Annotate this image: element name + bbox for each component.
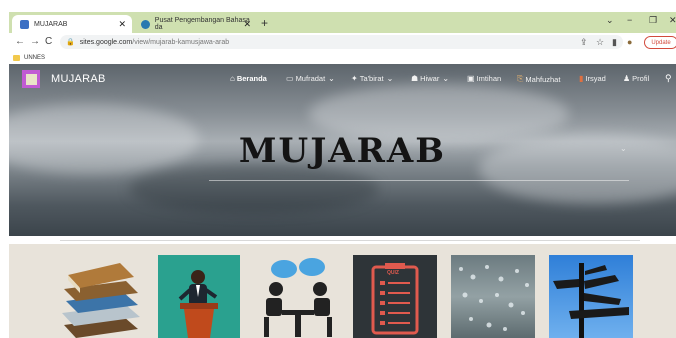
nav-mufradat[interactable]: ▭ Mufradat ⌄	[286, 74, 337, 83]
image-tiles-row: QUIZ	[9, 244, 676, 338]
nav-label: Profil	[632, 74, 650, 83]
section-divider	[60, 240, 640, 241]
site-logo[interactable]	[22, 70, 40, 88]
close-icon[interactable]: ✕	[118, 19, 126, 30]
side-panel-icon[interactable]: ▮	[612, 37, 617, 48]
nav-label: Beranda	[236, 74, 267, 83]
books-illustration-icon	[62, 263, 140, 338]
cloud-decoration	[129, 164, 379, 214]
quiz-label: QUIZ	[387, 270, 399, 276]
quiz-clipboard-icon	[371, 263, 419, 335]
nav-label: Ta'birat	[359, 74, 384, 83]
wordpress-favicon-icon	[141, 19, 150, 29]
logo-mark	[25, 73, 37, 85]
hero-banner: MUJARAB ⌂ Beranda ▭ Mufradat ⌄ ✦ Ta'birat ⌄ ☗…	[9, 64, 676, 236]
rain-drops-icon	[459, 265, 529, 331]
nav-label: Irsyad	[585, 74, 606, 83]
speaker-podium-icon	[178, 270, 218, 338]
tab-strip: MUJARAB ✕ Pusat Pengembangan Bahasa da ✕…	[9, 12, 676, 33]
nav-label: Mahfuzhat	[525, 74, 561, 84]
restore-icon[interactable]: ❐	[649, 15, 657, 26]
people-icon: ☗	[411, 74, 419, 83]
signpost-image[interactable]	[549, 255, 633, 338]
nav-profil[interactable]: ♟ Profil	[623, 74, 649, 83]
close-icon[interactable]: ✕	[243, 19, 251, 30]
chevron-down-icon: ⌄	[442, 74, 450, 83]
site-header: MUJARAB ⌂ Beranda ▭ Mufradat ⌄ ✦ Ta'birat ⌄ ☗…	[9, 64, 676, 96]
rain-drops-image[interactable]	[451, 255, 535, 338]
nav-label: Mufradat	[295, 74, 326, 83]
update-button[interactable]: Update	[644, 36, 676, 49]
conversation-icon	[264, 258, 332, 337]
close-window-icon[interactable]: ✕	[669, 15, 676, 26]
tab-search-icon[interactable]: ⌄	[606, 15, 614, 26]
speaker-image[interactable]	[158, 255, 240, 338]
address-bar[interactable]: 🔒 sites.google.com/view/mujarab-kamusjaw…	[60, 35, 623, 49]
share-icon[interactable]: ⇪	[580, 37, 588, 48]
nav-beranda[interactable]: ⌂ Beranda	[230, 74, 267, 83]
tab-title: MUJARAB	[34, 20, 68, 28]
conversation-image[interactable]	[256, 255, 340, 338]
search-icon[interactable]: ⚲	[665, 73, 672, 84]
guide-icon: ▮	[579, 74, 584, 83]
nav-imtihan[interactable]: ▣ Imtihan	[467, 74, 501, 83]
nav-tabirat[interactable]: ✦ Ta'birat ⌄	[351, 74, 395, 83]
address-row: ← → C 🔒 sites.google.com/view/mujarab-ka…	[9, 33, 676, 51]
hero-title: MUJARAB	[238, 131, 447, 171]
scroll-icon: ⎘	[517, 74, 524, 83]
tab-title: Pusat Pengembangan Bahasa da	[154, 17, 250, 31]
bookmark-unnes[interactable]: UNNES	[24, 55, 45, 61]
chevron-down-icon: ⌄	[386, 74, 394, 83]
new-tab-button[interactable]: +	[261, 16, 268, 30]
bookmark-star-icon[interactable]: ☆	[596, 37, 604, 48]
tab-pusat-bahasa[interactable]: Pusat Pengembangan Bahasa da ✕	[133, 15, 257, 33]
signpost-icon	[553, 263, 629, 338]
person-icon: ♟	[623, 74, 631, 83]
book-icon: ▭	[286, 74, 294, 83]
tab-mujarab[interactable]: MUJARAB ✕	[12, 15, 132, 33]
site-favicon-icon	[20, 19, 29, 29]
site-name[interactable]: MUJARAB	[51, 73, 106, 85]
chevron-down-icon: ⌄	[620, 144, 627, 153]
books-image[interactable]	[54, 255, 144, 338]
browser-chrome: MUJARAB ✕ Pusat Pengembangan Bahasa da ✕…	[9, 12, 676, 64]
url-host: sites.google.com	[79, 38, 133, 46]
forward-icon[interactable]: →	[30, 36, 40, 47]
test-icon: ▣	[467, 74, 475, 83]
folder-icon	[13, 54, 20, 61]
bookmarks-bar: UNNES	[9, 51, 676, 64]
back-icon[interactable]: ←	[15, 36, 25, 47]
nav-label: Hiwar	[420, 74, 440, 83]
update-label: Update	[651, 39, 671, 46]
nav-label: Imtihan	[476, 74, 502, 83]
home-icon: ⌂	[230, 74, 235, 83]
minimize-icon[interactable]: −	[627, 15, 632, 25]
profile-avatar-icon[interactable]: ●	[627, 37, 632, 47]
url-path: /view/mujarab-kamusjawa-arab	[132, 38, 230, 46]
quiz-image[interactable]: QUIZ	[353, 255, 437, 338]
chevron-down-icon: ⌄	[328, 74, 335, 83]
nav-hiwar[interactable]: ☗ Hiwar ⌄	[411, 74, 451, 83]
nav-mahfuzhat[interactable]: ⎘ Mahfuzhat	[517, 74, 560, 84]
hero-divider	[209, 180, 629, 181]
lock-icon: 🔒	[66, 39, 75, 46]
nav-irsyad[interactable]: ▮ Irsyad	[579, 74, 606, 83]
pin-icon: ✦	[351, 74, 358, 83]
reload-icon[interactable]: C	[45, 36, 52, 47]
